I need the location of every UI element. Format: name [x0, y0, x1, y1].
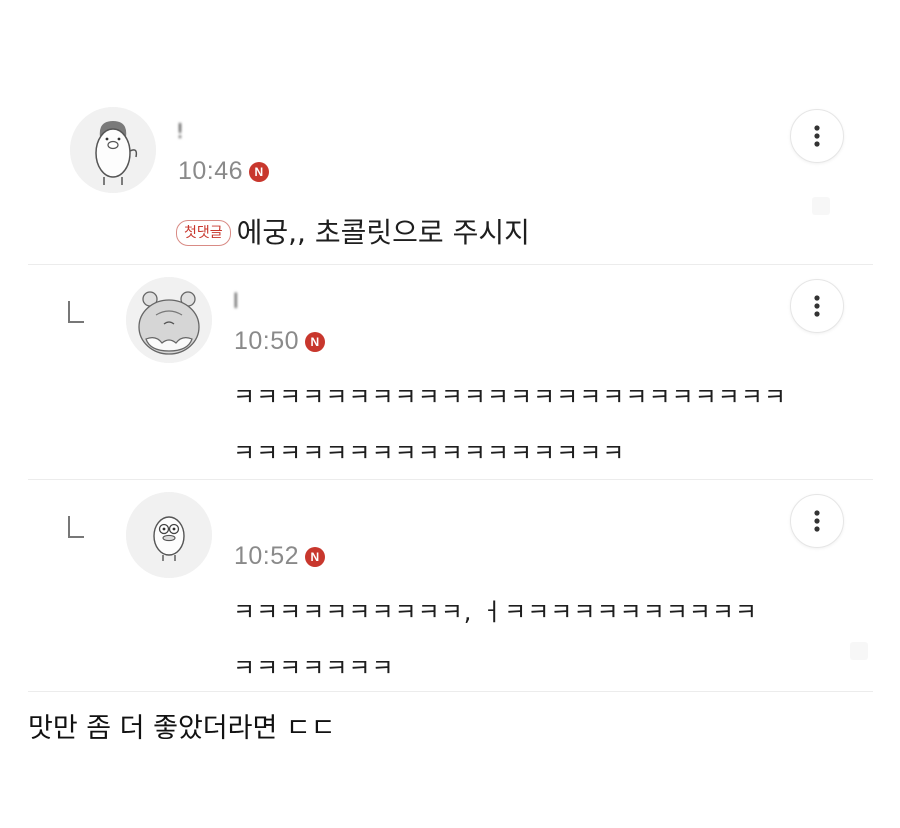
new-badge: N [305, 332, 326, 352]
timestamp-text: 10:46 [178, 157, 244, 185]
duck-character-icon [126, 492, 212, 578]
more-options-button[interactable] [790, 109, 844, 163]
divider [28, 691, 873, 692]
more-vertical-icon [814, 510, 820, 532]
comment-author[interactable]: ! [176, 119, 186, 143]
comment-body: ㅋㅋㅋㅋㅋㅋㅋㅋㅋㅋㅋㅋㅋㅋㅋㅋㅋㅋㅋㅋㅋㅋㅋㅋ ㅋㅋㅋㅋㅋㅋㅋㅋㅋㅋㅋㅋㅋㅋㅋ… [233, 369, 787, 481]
faint-mark [850, 642, 868, 660]
comment-text-line: ㅋㅋㅋㅋㅋㅋㅋㅋㅋㅋㅋㅋㅋㅋㅋㅋㅋ [233, 439, 626, 467]
more-options-button[interactable] [790, 279, 844, 333]
comment-timestamp: 10:46 N [178, 157, 270, 186]
comment-item: ! 10:46 N 첫댓글 에궁,, 초콜릿으로 주시지 [28, 95, 873, 265]
comment-list: ! 10:46 N 첫댓글 에궁,, 초콜릿으로 주시지 l 10:50 N ㅋ… [28, 95, 873, 692]
reply-indicator-icon [68, 516, 84, 538]
comment-body: ㅋㅋㅋㅋㅋㅋㅋㅋㅋㅋ, ㅓㅋㅋㅋㅋㅋㅋㅋㅋㅋㅋㅋ ㅋㅋㅋㅋㅋㅋㅋ [233, 584, 758, 696]
timestamp-text: 10:50 [234, 327, 300, 355]
avatar[interactable] [126, 277, 212, 363]
timestamp-text: 10:52 [234, 542, 300, 570]
first-comment-badge: 첫댓글 [176, 220, 231, 246]
comment-item: l 10:50 N ㅋㅋㅋㅋㅋㅋㅋㅋㅋㅋㅋㅋㅋㅋㅋㅋㅋㅋㅋㅋㅋㅋㅋㅋ ㅋㅋㅋㅋㅋㅋ… [28, 265, 873, 480]
comment-text-line: ㅋㅋㅋㅋㅋㅋㅋ [233, 654, 395, 682]
faint-mark [812, 197, 830, 215]
comment-text-line: 에궁,, 초콜릿으로 주시지 [236, 216, 530, 249]
caption-text: 맛만 좀 더 좋았더라면 ㄷㄷ [28, 713, 336, 744]
comment-body: 첫댓글 에궁,, 초콜릿으로 주시지 [176, 205, 530, 261]
new-badge: N [305, 547, 326, 567]
hamster-character-icon [126, 277, 212, 363]
more-vertical-icon [814, 125, 820, 147]
comment-text-line: ㅋㅋㅋㅋㅋㅋㅋㅋㅋㅋ, ㅓㅋㅋㅋㅋㅋㅋㅋㅋㅋㅋㅋ [233, 598, 759, 626]
more-vertical-icon [814, 295, 820, 317]
comment-author[interactable]: l [233, 289, 241, 313]
comment-timestamp: 10:52 N [234, 542, 326, 571]
comment-text-line: ㅋㅋㅋㅋㅋㅋㅋㅋㅋㅋㅋㅋㅋㅋㅋㅋㅋㅋㅋㅋㅋㅋㅋㅋ [233, 383, 787, 411]
comment-item: 10:52 N ㅋㅋㅋㅋㅋㅋㅋㅋㅋㅋ, ㅓㅋㅋㅋㅋㅋㅋㅋㅋㅋㅋㅋ ㅋㅋㅋㅋㅋㅋㅋ [28, 480, 873, 692]
new-badge: N [249, 162, 270, 182]
comment-timestamp: 10:50 N [234, 327, 326, 356]
avatar[interactable] [126, 492, 212, 578]
avatar[interactable] [70, 107, 156, 193]
more-options-button[interactable] [790, 494, 844, 548]
pig-character-icon [70, 107, 156, 193]
reply-indicator-icon [68, 301, 84, 323]
